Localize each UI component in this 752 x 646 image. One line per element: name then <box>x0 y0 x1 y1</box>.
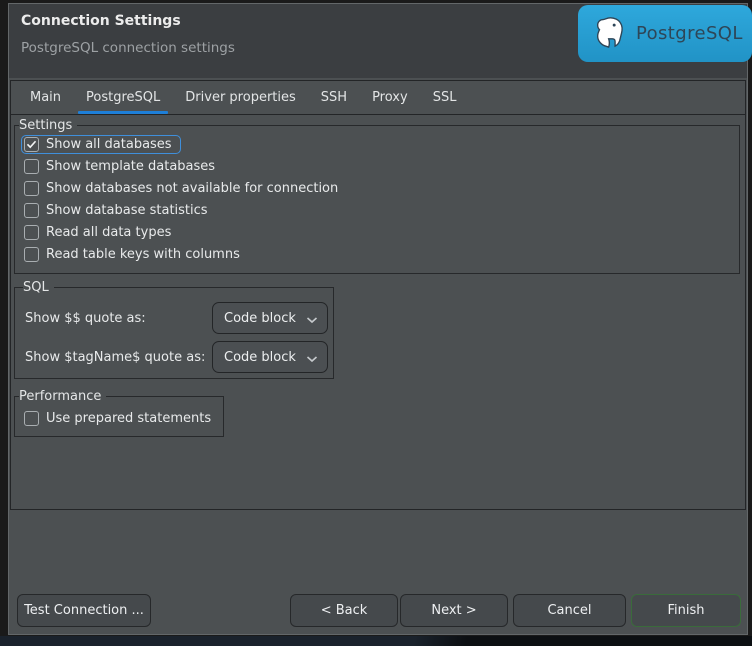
settings-group: Settings Show all databases Show template… <box>14 118 740 274</box>
checkbox-row-show-database-statistics[interactable]: Show database statistics <box>21 199 739 221</box>
tab-page-postgresql: Settings Show all databases Show template… <box>11 116 745 509</box>
dropdown-value: Code block <box>224 350 296 365</box>
sql-group-title: SQL <box>23 280 54 295</box>
checkbox-use-prepared-statements[interactable] <box>24 411 39 426</box>
dropdown-value: Code block <box>224 311 296 326</box>
dropdown-show-tagname-quote-as[interactable]: Code block <box>212 341 328 373</box>
sql-rows: Show $$ quote as:Code blockShow $tagName… <box>25 302 328 373</box>
background-window-edge <box>0 636 752 646</box>
checkbox-label[interactable]: Read all data types <box>46 225 171 240</box>
checkbox-label[interactable]: Read table keys with columns <box>46 247 240 262</box>
sql-setting-row: Show $tagName$ quote as: Code block <box>25 341 328 373</box>
settings-group-title: Settings <box>19 118 77 133</box>
checkbox-row-use-prepared-statements[interactable]: Use prepared statements <box>21 407 223 429</box>
postgresql-logo: PostgreSQL <box>578 5 752 62</box>
checkbox-row-read-table-keys-with-columns[interactable]: Read table keys with columns <box>21 243 739 265</box>
desktop-background: Connection Settings PostgreSQL connectio… <box>0 0 752 646</box>
checkbox-rowbox: Show databases not available for connect… <box>21 179 347 198</box>
sql-group: SQL Show $$ quote as:Code blockShow $tag… <box>14 280 334 379</box>
tab-proxy[interactable]: Proxy <box>370 81 410 114</box>
checkbox-read-table-keys-with-columns[interactable] <box>24 247 39 262</box>
tab-folder: Main PostgreSQL Driver properties SSH Proxy S… <box>10 80 746 510</box>
dialog-title: Connection Settings <box>21 13 181 29</box>
checkbox-label[interactable]: Use prepared statements <box>46 411 211 426</box>
postgresql-elephant-icon <box>594 15 627 52</box>
performance-group-title: Performance <box>19 389 106 404</box>
checkbox-read-all-data-types[interactable] <box>24 225 39 240</box>
checkbox-rowbox: Read all data types <box>21 223 180 242</box>
tab-postgresql[interactable]: PostgreSQL <box>84 81 162 114</box>
test-connection-button[interactable]: Test Connection ... <box>17 594 151 627</box>
dropdown-show-quote-as[interactable]: Code block <box>212 302 328 334</box>
performance-checkbox-list: Use prepared statements <box>21 407 223 429</box>
checked-checkbox-show-all-databases[interactable] <box>24 137 39 152</box>
checkbox-label[interactable]: Show template databases <box>46 159 215 174</box>
tab-main[interactable]: Main <box>28 81 63 114</box>
checkbox-label[interactable]: Show database statistics <box>46 203 208 218</box>
tab-ssl[interactable]: SSL <box>431 81 459 114</box>
checkbox-show-database-statistics[interactable] <box>24 203 39 218</box>
cancel-button[interactable]: Cancel <box>513 594 626 627</box>
checkbox-rowbox: Show all databases <box>21 135 181 154</box>
next-button[interactable]: Next > <box>400 594 508 627</box>
tab-driver-properties[interactable]: Driver properties <box>183 81 297 114</box>
tab-bar: Main PostgreSQL Driver properties SSH Proxy S… <box>11 81 745 115</box>
performance-group: Performance Use prepared statements <box>14 389 224 437</box>
checkbox-row-show-all-databases[interactable]: Show all databases <box>21 133 739 155</box>
chevron-down-icon <box>306 309 318 328</box>
checkbox-label[interactable]: Show databases not available for connect… <box>46 181 338 196</box>
checkbox-row-read-all-data-types[interactable]: Read all data types <box>21 221 739 243</box>
postgresql-logo-text: PostgreSQL <box>636 23 743 44</box>
checkbox-label[interactable]: Show all databases <box>46 137 172 152</box>
settings-checkbox-list: Show all databases Show template database… <box>21 133 739 265</box>
tab-ssh[interactable]: SSH <box>319 81 349 114</box>
checkbox-show-template-databases[interactable] <box>24 159 39 174</box>
back-button[interactable]: < Back <box>290 594 398 627</box>
dialog-subtitle: PostgreSQL connection settings <box>21 40 235 56</box>
checkbox-rowbox: Show template databases <box>21 157 224 176</box>
checkbox-row-show-template-databases[interactable]: Show template databases <box>21 155 739 177</box>
checkbox-row-show-databases-not-available-for-connection[interactable]: Show databases not available for connect… <box>21 177 739 199</box>
connection-settings-dialog: Connection Settings PostgreSQL connectio… <box>8 3 748 635</box>
checkbox-rowbox: Show database statistics <box>21 201 217 220</box>
dropdown-label: Show $tagName$ quote as: <box>25 350 205 365</box>
checkbox-rowbox: Use prepared statements <box>21 409 220 428</box>
dropdown-label: Show $$ quote as: <box>25 311 146 326</box>
sql-setting-row: Show $$ quote as: Code block <box>25 302 328 334</box>
checkbox-show-databases-not-available-for-connection[interactable] <box>24 181 39 196</box>
checkbox-rowbox: Read table keys with columns <box>21 245 249 264</box>
finish-button[interactable]: Finish <box>631 594 741 627</box>
chevron-down-icon <box>306 348 318 367</box>
